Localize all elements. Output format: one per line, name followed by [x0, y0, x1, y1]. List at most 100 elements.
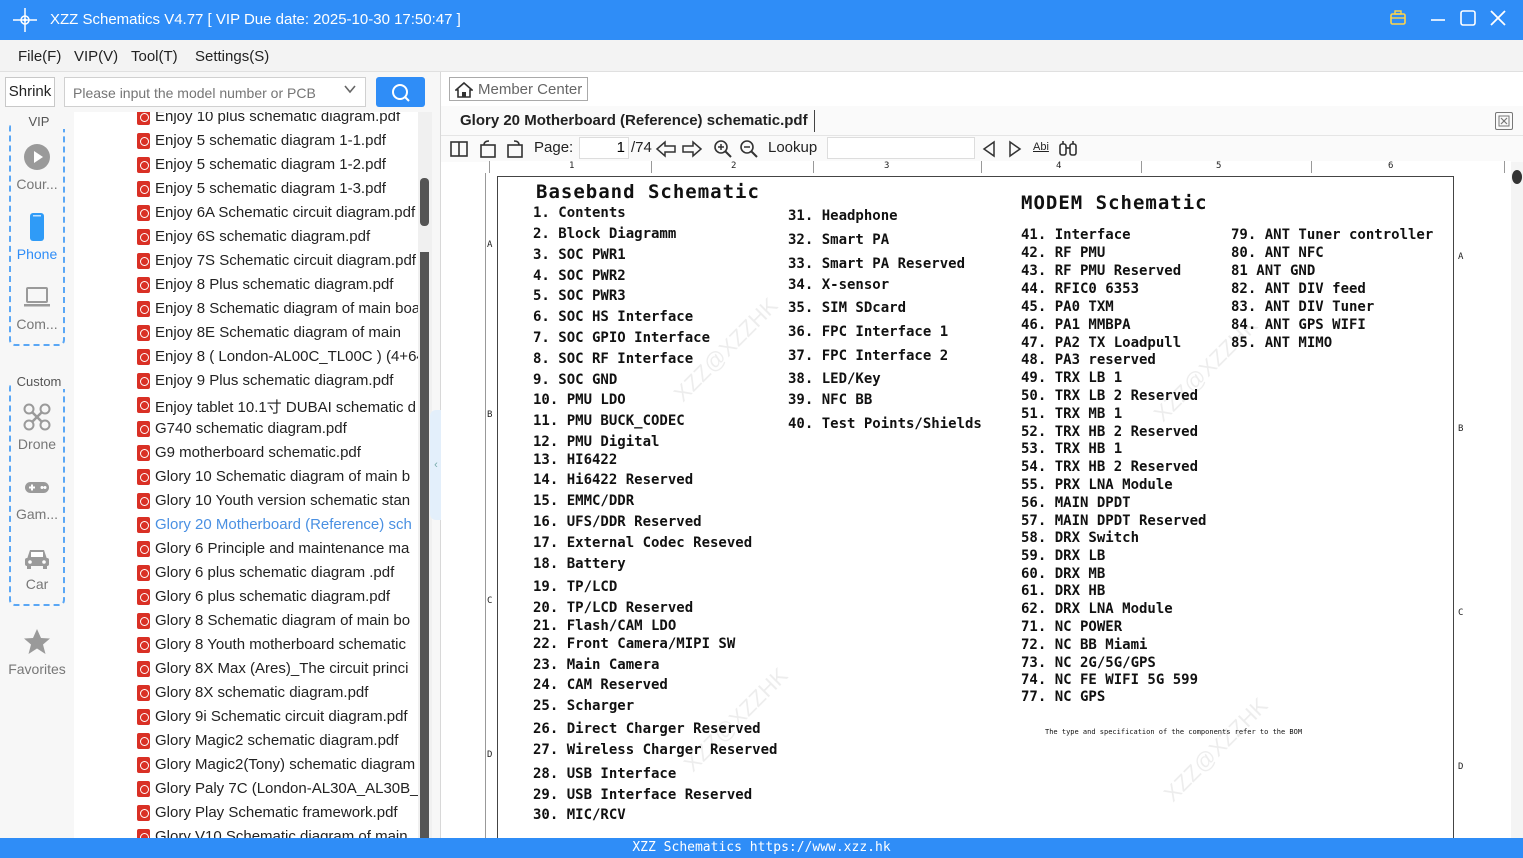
briefcase-icon[interactable] — [1387, 8, 1409, 30]
menu-tool[interactable]: Tool(T) — [131, 48, 178, 65]
file-list-item[interactable]: Enjoy 8 ( London-AL00C_TL00C ) (4+64 — [134, 345, 418, 369]
contents-entry: 22. Front Camera/MIPI SW — [533, 636, 736, 652]
menu-settings[interactable]: Settings(S) — [195, 48, 269, 65]
chevron-down-icon[interactable] — [343, 82, 357, 99]
file-list-item[interactable]: Glory Magic2 schematic diagram.pdf — [134, 729, 418, 753]
file-list-item[interactable]: Enjoy 5 schematic diagram 1-2.pdf — [134, 153, 418, 177]
next-page-icon[interactable] — [681, 139, 703, 159]
file-list-item[interactable]: Glory Magic2(Tony) schematic diagram — [134, 753, 418, 777]
zoom-in-icon[interactable] — [713, 139, 733, 159]
sidebar-item-games[interactable]: Gam... — [0, 472, 74, 522]
search-input[interactable] — [73, 83, 333, 103]
file-list-item[interactable]: Glory 9i Schematic circuit diagram.pdf — [134, 705, 418, 729]
close-button[interactable] — [1487, 8, 1509, 30]
file-list-item[interactable]: Glory Paly 7C (London-AL30A_AL30B_ — [134, 777, 418, 801]
maximize-button[interactable] — [1457, 8, 1479, 30]
sidebar-item-drone[interactable]: Drone — [0, 402, 74, 452]
file-list-item[interactable]: Glory 6 Principle and maintenance ma — [134, 537, 418, 561]
file-list-item[interactable]: G740 schematic diagram.pdf — [134, 417, 418, 441]
close-tab-icon[interactable] — [1495, 112, 1513, 130]
contents-entry: 49. TRX LB 1 — [1021, 370, 1123, 386]
viewer-toolbar: Page: 1 /74 Lookup Abi — [441, 136, 1523, 162]
scrollbar-track[interactable] — [420, 252, 429, 838]
scrollbar-thumb[interactable] — [420, 178, 429, 226]
sidebar-item-courses[interactable]: Cour... — [0, 142, 74, 192]
file-list-item[interactable]: Glory 8 Schematic diagram of main bo — [134, 609, 418, 633]
file-list-item[interactable]: Glory 20 Motherboard (Reference) sch — [134, 513, 418, 537]
scrollbar-thumb[interactable] — [1512, 170, 1522, 184]
pdf-file-icon — [137, 277, 150, 293]
file-list-item[interactable]: Glory 8 Youth motherboard schematic — [134, 633, 418, 657]
file-list-item[interactable]: Enjoy 6A Schematic circuit diagram.pdf — [134, 201, 418, 225]
find-previous-icon[interactable] — [981, 139, 997, 159]
contents-entry: 19. TP/LCD — [533, 579, 618, 595]
file-list-item[interactable]: Glory 6 plus schematic diagram.pdf — [134, 585, 418, 609]
file-list-item[interactable]: Glory V10 Schematic diagram of main — [134, 825, 418, 838]
search-button[interactable] — [376, 77, 425, 107]
contents-entry: 48. PA3 reserved — [1021, 352, 1156, 368]
sidebar-item-computer[interactable]: Com... — [0, 282, 74, 332]
gamepad-icon — [25, 482, 49, 493]
menu-file[interactable]: File(F) — [18, 48, 61, 65]
pdf-file-icon — [137, 133, 150, 149]
shrink-button[interactable]: Shrink — [5, 77, 55, 107]
member-center-button[interactable]: Member Center — [449, 77, 588, 101]
pdf-file-icon — [137, 733, 150, 749]
file-list-item[interactable]: Glory Play Schematic framework.pdf — [134, 801, 418, 825]
file-list-item[interactable]: Enjoy 5 schematic diagram 1-3.pdf — [134, 177, 418, 201]
file-list-item[interactable]: Enjoy 8 Plus schematic diagram.pdf — [134, 273, 418, 297]
contents-entry: 12. PMU Digital — [533, 434, 660, 450]
contents-entry: 15. EMMC/DDR — [533, 493, 635, 509]
document-tab[interactable]: Glory 20 Motherboard (Reference) schemat… — [441, 106, 1523, 136]
file-list-item[interactable]: Glory 10 Schematic diagram of main b — [134, 465, 418, 489]
file-list-item[interactable]: Glory 6 plus schematic diagram .pdf — [134, 561, 418, 585]
file-list-item[interactable]: Enjoy 7S Schematic circuit diagram.pdf — [134, 249, 418, 273]
row-letter: A — [487, 240, 493, 250]
file-name: Enjoy tablet 10.1寸 DUBAI schematic d — [155, 399, 416, 416]
zoom-out-icon[interactable] — [739, 139, 759, 159]
binoculars-icon[interactable] — [1058, 139, 1078, 159]
file-list-item[interactable]: Glory 10 Youth version schematic stan — [134, 489, 418, 513]
rotate-right-icon[interactable] — [505, 139, 525, 159]
viewer-scrollbar[interactable] — [1511, 162, 1523, 838]
contents-entry: 74. NC FE WIFI 5G 599 — [1021, 672, 1199, 688]
pdf-file-icon — [137, 661, 150, 677]
file-list-item[interactable]: Enjoy 5 schematic diagram 1-1.pdf — [134, 129, 418, 153]
match-case-icon[interactable]: Abi — [1033, 141, 1049, 153]
pdf-file-icon — [137, 397, 150, 413]
ruler-number: 3 — [884, 161, 890, 171]
file-list-item[interactable]: Glory 8X schematic diagram.pdf — [134, 681, 418, 705]
file-list-item[interactable]: Enjoy 8E Schematic diagram of main — [134, 321, 418, 345]
pdf-file-icon — [137, 421, 150, 437]
two-page-icon[interactable] — [449, 139, 469, 159]
contents-entry: 56. MAIN DPDT — [1021, 495, 1131, 511]
rotate-left-icon[interactable] — [478, 139, 498, 159]
file-name: Glory 8 Youth motherboard schematic — [155, 636, 406, 653]
home-icon — [455, 81, 473, 98]
sidebar-item-favorites[interactable]: Favorites — [0, 627, 74, 677]
minimize-button[interactable] — [1427, 8, 1449, 30]
menu-bar: File(F) VIP(V) Tool(T) Settings(S) — [0, 40, 1523, 72]
lookup-input[interactable] — [827, 137, 975, 159]
file-name: Enjoy 5 schematic diagram 1-1.pdf — [155, 132, 386, 149]
sidebar-item-phone[interactable]: Phone — [0, 212, 74, 262]
file-list-item[interactable]: Enjoy 9 Plus schematic diagram.pdf — [134, 369, 418, 393]
file-list-item[interactable]: Glory 8X Max (Ares)_The circuit princi — [134, 657, 418, 681]
file-list-item[interactable]: Enjoy 8 Schematic diagram of main board — [134, 297, 418, 321]
file-name: Glory 6 plus schematic diagram .pdf — [155, 564, 395, 581]
menu-vip[interactable]: VIP(V) — [74, 48, 118, 65]
file-list-item[interactable]: Enjoy tablet 10.1寸 DUBAI schematic d — [134, 393, 418, 417]
file-name: Enjoy 8 Plus schematic diagram.pdf — [155, 276, 394, 293]
contents-entry: 30. MIC/RCV — [533, 807, 626, 823]
file-list-item[interactable]: Enjoy 10 plus schematic diagram.pdf — [134, 112, 418, 129]
contents-entry: 44. RFIC0 6353 — [1021, 281, 1140, 297]
previous-page-icon[interactable] — [655, 139, 677, 159]
pdf-file-icon — [137, 112, 150, 125]
page-number-input[interactable]: 1 — [579, 137, 629, 159]
file-list-item[interactable]: Enjoy 6S schematic diagram.pdf — [134, 225, 418, 249]
file-list-item[interactable]: G9 motherboard schematic.pdf — [134, 441, 418, 465]
pdf-file-icon — [137, 205, 150, 221]
find-next-icon[interactable] — [1007, 139, 1023, 159]
sidebar-item-car[interactable]: Car — [0, 542, 74, 592]
file-name: Glory Magic2(Tony) schematic diagram — [155, 756, 416, 773]
